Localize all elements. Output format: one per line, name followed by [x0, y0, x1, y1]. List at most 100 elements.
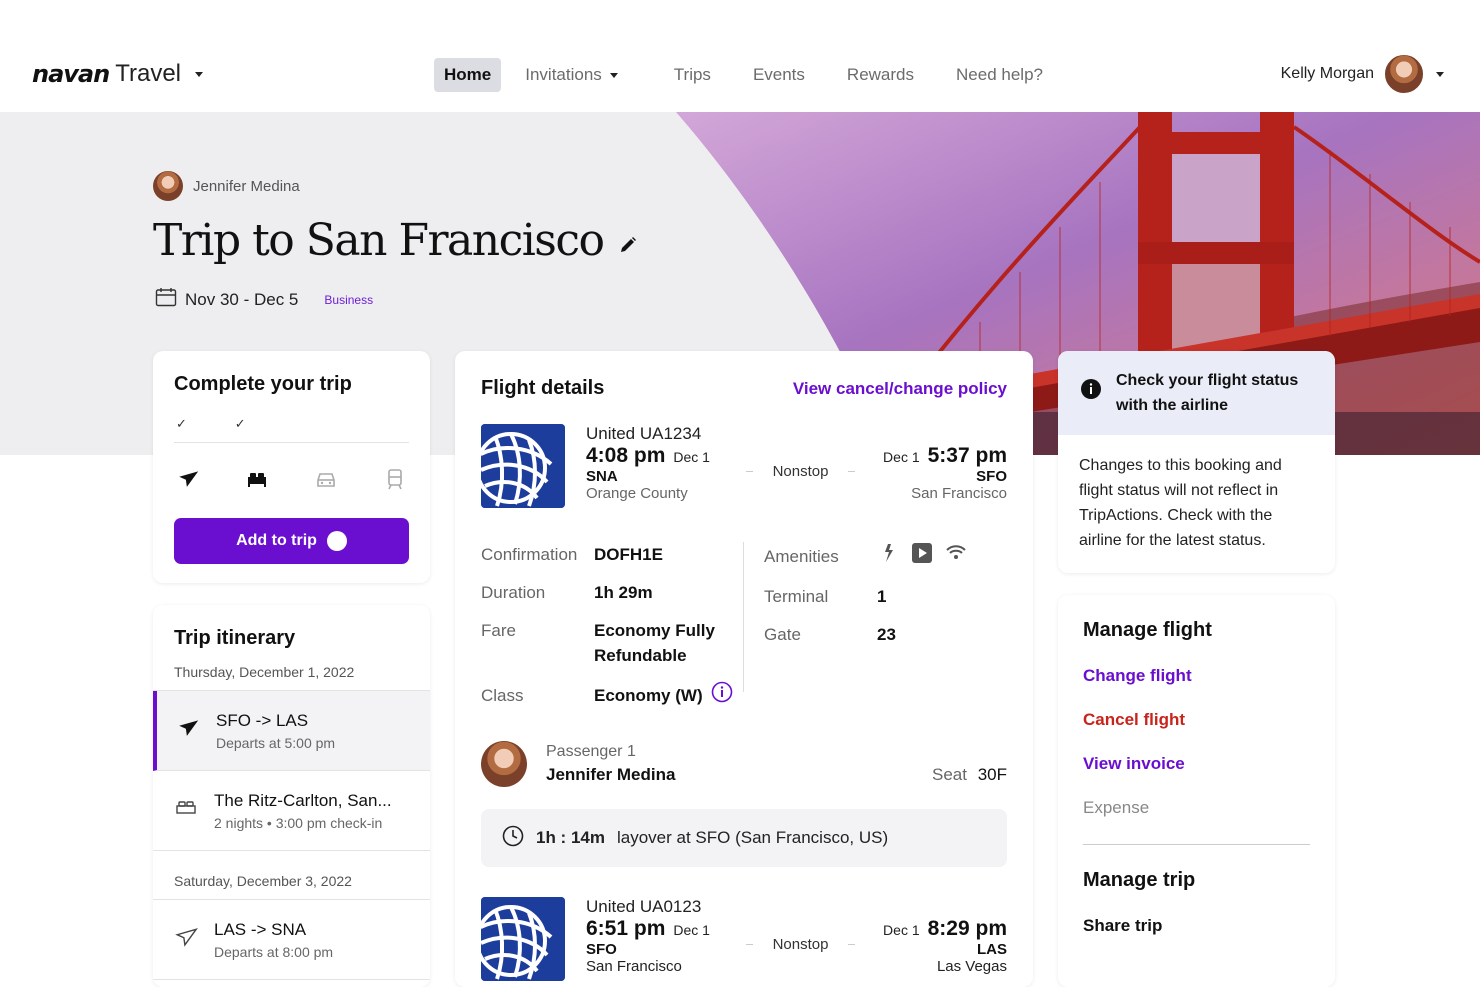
terminal-label: Terminal: [764, 587, 829, 606]
arrival-date: Dec 1: [883, 922, 920, 938]
fare-label: Fare: [481, 621, 516, 640]
owner-name: Jennifer Medina: [193, 177, 300, 195]
segment-subtitle: Departs at 5:00 pm: [216, 734, 336, 751]
confirmation-value: DOFH1E: [594, 545, 663, 564]
manage-flight-title: Manage flight: [1083, 619, 1212, 641]
terminal-value: 1: [877, 587, 887, 606]
trip-modes: [174, 467, 409, 496]
arrival-airport: SFO: [976, 468, 1007, 485]
user-menu[interactable]: Kelly Morgan: [1281, 53, 1444, 95]
nav-need-help[interactable]: Need help?: [946, 58, 1053, 92]
train-check: [350, 416, 409, 432]
trip-date-range: Nov 30 - Dec 5: [185, 289, 299, 309]
add-to-trip-button[interactable]: Add to trip: [174, 518, 409, 564]
info-filled-icon: [1080, 378, 1102, 408]
nav-trips[interactable]: Trips: [664, 58, 721, 92]
car-check: [292, 416, 351, 432]
user-avatar: [1383, 53, 1425, 95]
chevron-down-icon: [1436, 71, 1444, 77]
itinerary-segment-flight-las-sna[interactable]: LAS -> SNA Departs at 8:00 pm: [153, 900, 430, 980]
share-trip-link[interactable]: Share trip: [1083, 916, 1310, 936]
toggle-dot-icon: [326, 531, 347, 551]
nav-rewards[interactable]: Rewards: [837, 58, 924, 92]
nav-events[interactable]: Events: [743, 58, 815, 92]
nav-invitations[interactable]: Invitations: [515, 58, 628, 92]
confirmation-label: Confirmation: [481, 545, 578, 564]
view-invoice-link[interactable]: View invoice: [1083, 754, 1310, 774]
complete-trip-card: Complete your trip ✓ ✓ Add to trip: [153, 351, 430, 583]
day-label: Thursday, December 1, 2022: [153, 650, 430, 691]
united-airlines-logo: [481, 424, 565, 508]
status-notice-body: Changes to this booking and flight statu…: [1079, 457, 1282, 549]
status-notice-title: Check your flight status with the airlin…: [1116, 372, 1299, 414]
departure-date: Dec 1: [673, 922, 710, 938]
amenities-label: Amenities: [764, 547, 839, 566]
itinerary-segment-hotel[interactable]: The Ritz-Carlton, San... 2 nights • 3:00…: [153, 771, 430, 851]
power-icon: [877, 542, 899, 571]
departure-city: San Francisco: [586, 958, 682, 975]
gate-value: 23: [877, 625, 896, 644]
trip-type-badge: Business: [324, 292, 374, 307]
trip-dates: Nov 30 - Dec 5 Business: [155, 287, 373, 312]
fare-value: Economy Fully Refundable: [594, 621, 715, 665]
layover-banner: 1h : 14m layover at SFO (San Francisco, …: [481, 809, 1007, 867]
add-to-trip-label: Add to trip: [236, 532, 317, 549]
segment-subtitle: Departs at 8:00 pm: [214, 943, 334, 960]
flight-icon[interactable]: [176, 467, 200, 496]
edit-pencil-icon[interactable]: [618, 215, 638, 266]
stops-label: Nonstop: [772, 463, 829, 480]
itinerary-title: Trip itinerary: [174, 627, 296, 649]
hotel-check: ✓: [234, 416, 246, 431]
car-icon[interactable]: [314, 467, 338, 496]
owner-avatar: [153, 171, 183, 201]
flight-details-title: Flight details: [481, 377, 605, 399]
expense-link[interactable]: Expense: [1083, 798, 1310, 818]
duration-label: Duration: [481, 583, 546, 602]
itinerary-segment-flight-sfo-las[interactable]: SFO -> LAS Departs at 5:00 pm: [153, 691, 430, 771]
flight-info-grid: Confirmation DOFH1E Duration 1h 29m Fare Ec…: [481, 542, 1007, 723]
segment-title: The Ritz-Carlton, San...: [214, 790, 392, 810]
video-icon: [911, 542, 933, 571]
departure-time: 6:51 pm: [586, 917, 666, 940]
carrier-flight-number: United UA1234: [586, 424, 702, 443]
trip-owner: Jennifer Medina: [153, 171, 300, 201]
change-flight-link[interactable]: Change flight: [1083, 666, 1310, 686]
arrival-city: San Francisco: [911, 485, 1007, 502]
arrival-time: 8:29 pm: [927, 917, 1007, 940]
passenger-avatar: [481, 741, 527, 787]
arrival-time: 5:37 pm: [927, 444, 1007, 467]
trip-itinerary-card: Trip itinerary Thursday, December 1, 202…: [153, 605, 430, 987]
hotel-icon[interactable]: [245, 467, 269, 496]
layover-text: layover at SFO (San Francisco, US): [616, 828, 889, 847]
main-nav: Home Invitations Trips Events Rewards Ne…: [434, 58, 1067, 92]
info-icon[interactable]: [711, 681, 733, 710]
hotel-icon: [174, 796, 198, 825]
brand-name: navan: [32, 60, 110, 88]
product-name: Travel: [115, 60, 182, 87]
nav-home[interactable]: Home: [434, 58, 502, 92]
united-airlines-logo: [481, 897, 565, 981]
duration-value: 1h 29m: [594, 583, 653, 602]
stops-label: Nonstop: [772, 936, 829, 953]
clock-icon: [502, 825, 524, 852]
app-logo[interactable]: navan Travel: [32, 60, 204, 88]
complete-trip-title: Complete your trip: [174, 373, 352, 395]
flight-icon: [174, 925, 198, 954]
wifi-icon: [945, 542, 967, 571]
departure-city: Orange County: [586, 485, 688, 502]
seat-label: Seat: [931, 765, 967, 784]
cancel-change-policy-link[interactable]: View cancel/change policy: [793, 379, 1007, 399]
segment-subtitle: 2 nights • 3:00 pm check-in: [214, 814, 383, 831]
completion-checks: ✓ ✓: [174, 416, 409, 443]
cancel-flight-link[interactable]: Cancel flight: [1083, 710, 1310, 730]
class-value: Economy (W): [594, 686, 703, 705]
flight-details-card: Flight details View cancel/change policy…: [455, 351, 1033, 987]
gate-label: Gate: [764, 625, 801, 644]
seat-value: 30F: [977, 765, 1007, 784]
chevron-down-icon: [609, 72, 618, 78]
nav-invitations-label: Invitations: [525, 65, 602, 84]
flight-check: ✓: [176, 416, 187, 431]
train-icon[interactable]: [383, 467, 407, 496]
segment-title: LAS -> SNA: [214, 919, 307, 939]
passenger-row: Passenger 1 Jennifer Medina Seat 30F: [481, 741, 1007, 787]
